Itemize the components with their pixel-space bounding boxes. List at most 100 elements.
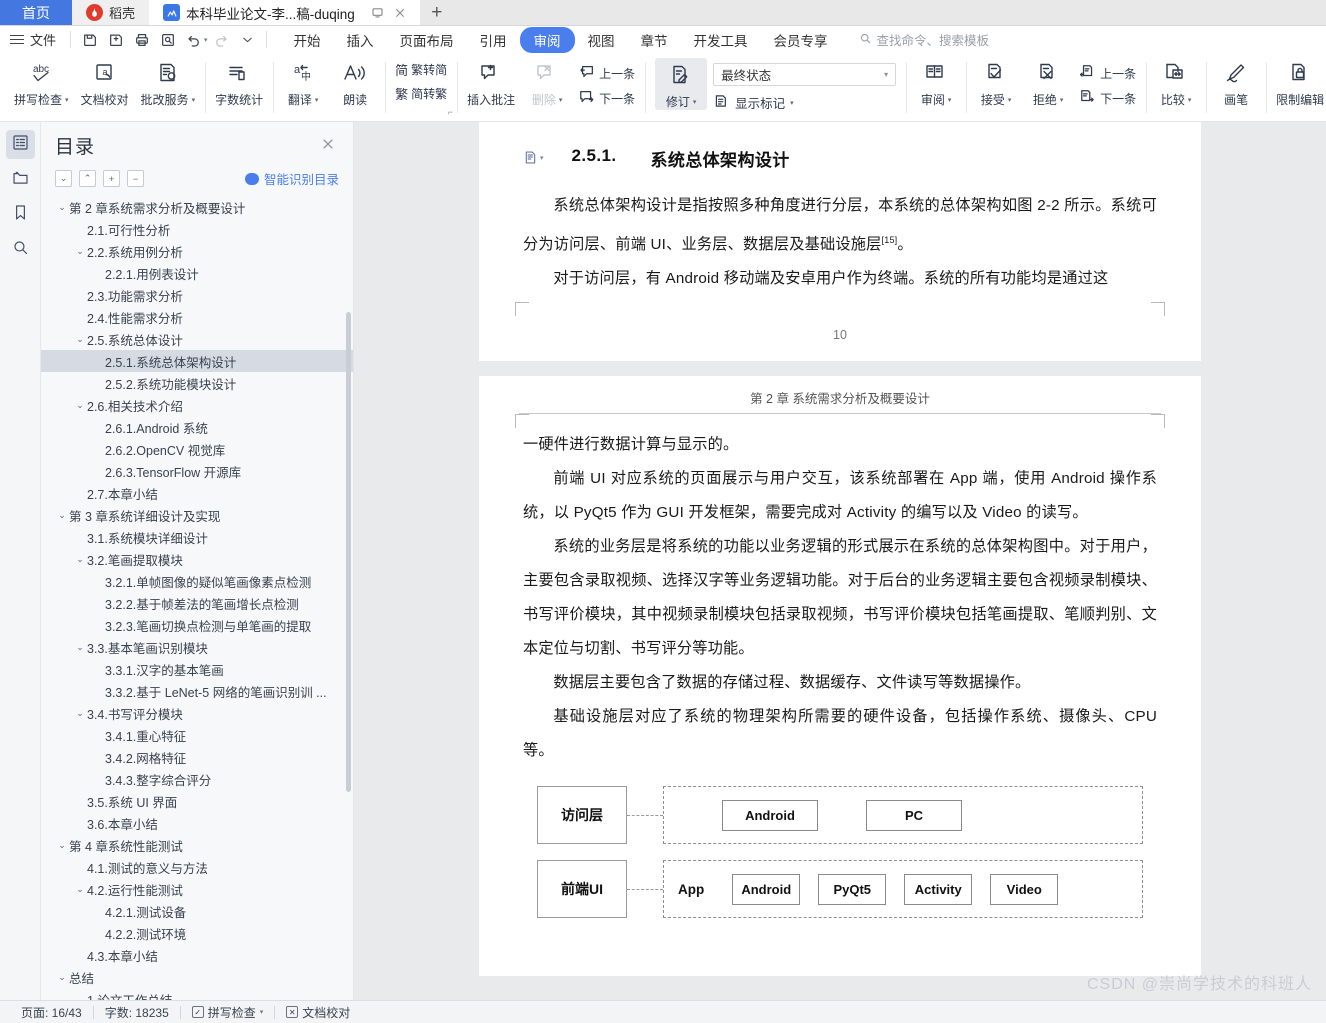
next-change-button[interactable]: 下一条 — [1080, 89, 1136, 107]
status-word-count[interactable]: 字数: 18235 — [94, 1004, 180, 1021]
close-tab-icon[interactable] — [394, 7, 406, 19]
undo-icon[interactable] — [181, 28, 206, 51]
outline-item[interactable]: ⌄ 总结 — [41, 966, 353, 988]
compare-button[interactable]: 比较 ▾ — [1150, 56, 1202, 108]
redo-icon[interactable] — [209, 28, 234, 51]
chevron-down-icon[interactable]: ▾ — [540, 154, 544, 162]
chevron-down-icon[interactable]: ⌄ — [55, 840, 69, 851]
outline-scrollbar[interactable] — [346, 312, 351, 792]
ribbon-tab-chapter[interactable]: 章节 — [628, 27, 681, 53]
ribbon-tab-review[interactable]: 审阅 — [519, 26, 575, 53]
chevron-down-icon[interactable]: ▾ — [693, 98, 697, 106]
proofread-button[interactable]: a 文档校对 — [75, 56, 135, 108]
outline-item[interactable]: 4.2.1.测试设备 — [41, 900, 353, 922]
expand-all-button[interactable]: ⌄ — [55, 170, 72, 187]
chevron-down-icon[interactable]: ▾ — [559, 96, 563, 104]
undo-dropdown-icon[interactable]: ▾ — [204, 36, 208, 44]
outline-item[interactable]: 2.7.本章小结 — [41, 482, 353, 504]
new-tab-button[interactable]: + — [420, 0, 454, 25]
outline-item[interactable]: 2.6.2.OpenCV 视觉库 — [41, 438, 353, 460]
outline-item[interactable]: ⌄ 2.2.系统用例分析 — [41, 240, 353, 262]
ribbon-tab-references[interactable]: 引用 — [467, 27, 520, 53]
simplified-to-traditional-button[interactable]: 繁 简转繁 — [395, 84, 447, 103]
traditional-to-simplified-button[interactable]: 简 繁转简 — [395, 60, 447, 79]
pen-button[interactable]: 画笔 — [1210, 56, 1262, 108]
print-icon[interactable] — [129, 28, 154, 51]
outline-item[interactable]: 3.4.3.整字综合评分 — [41, 768, 353, 790]
outline-item[interactable]: 3.4.2.网格特征 — [41, 746, 353, 768]
show-markup-button[interactable]: 显示标记 ▾ — [713, 93, 896, 112]
read-aloud-button[interactable]: 朗读 — [329, 56, 381, 108]
outline-item[interactable]: ⌄ 第 3 章系统详细设计及实现 — [41, 504, 353, 526]
accept-button[interactable]: 接受 ▾ — [970, 56, 1022, 108]
chevron-down-icon[interactable]: ⌄ — [55, 202, 69, 213]
ribbon-tab-insert[interactable]: 插入 — [334, 27, 387, 53]
prev-comment-button[interactable]: 上一条 — [579, 64, 635, 82]
correction-service-button[interactable]: 批改服务 ▾ — [135, 56, 202, 108]
outline-item[interactable]: ⌄ 第 4 章系统性能测试 — [41, 834, 353, 856]
outline-item[interactable]: 4.2.2.测试环境 — [41, 922, 353, 944]
outline-item[interactable]: 2.2.1.用例表设计 — [41, 262, 353, 284]
tab-home[interactable]: 首页 — [0, 0, 72, 25]
ribbon-tab-page-layout[interactable]: 页面布局 — [387, 27, 467, 53]
outline-item[interactable]: ⌄ 4.2.运行性能测试 — [41, 878, 353, 900]
outline-item[interactable]: 3.2.2.基于帧差法的笔画增长点检测 — [41, 592, 353, 614]
status-page-indicator[interactable]: 页面: 16/43 — [10, 1004, 93, 1021]
chevron-down-icon[interactable]: ▾ — [260, 1008, 264, 1016]
track-changes-button[interactable]: 修订 ▾ — [655, 58, 708, 110]
chevron-down-icon[interactable]: ⌄ — [55, 972, 69, 983]
outline-item[interactable]: ⌄ 第 2 章系统需求分析及概要设计 — [41, 196, 353, 218]
outline-item[interactable]: 2.3.功能需求分析 — [41, 284, 353, 306]
ribbon-tab-start[interactable]: 开始 — [281, 27, 334, 53]
outline-item[interactable]: 2.1.可行性分析 — [41, 218, 353, 240]
rail-button-outline[interactable] — [5, 130, 35, 159]
rail-button-bookmark[interactable] — [6, 200, 35, 229]
print-preview-icon[interactable] — [155, 28, 180, 51]
rail-button-chapters[interactable] — [6, 165, 35, 194]
ribbon-tab-developer[interactable]: 开发工具 — [681, 27, 761, 53]
tab-daoke[interactable]: 稻壳 — [72, 0, 150, 25]
save-icon[interactable] — [77, 28, 102, 51]
prev-change-button[interactable]: 上一条 — [1080, 64, 1136, 82]
insert-comment-button[interactable]: 插入批注 — [461, 56, 521, 108]
outline-item[interactable]: ⌄ 3.4.书写评分模块 — [41, 702, 353, 724]
translate-button[interactable]: a中 翻译 ▾ — [277, 56, 329, 108]
chevron-down-icon[interactable]: ▾ — [790, 99, 794, 107]
delete-comment-button[interactable]: 删除 ▾ — [521, 56, 573, 108]
rail-button-search[interactable] — [6, 235, 35, 264]
outline-item[interactable]: 2.6.1.Android 系统 — [41, 416, 353, 438]
chevron-down-icon[interactable]: ▾ — [192, 96, 196, 104]
chevron-down-icon[interactable]: ⌄ — [73, 400, 87, 411]
demote-level-button[interactable]: − — [127, 170, 144, 187]
chevron-down-icon[interactable]: ▾ — [315, 96, 319, 104]
word-count-button[interactable]: 字数统计 — [209, 56, 269, 108]
promote-level-button[interactable]: + — [103, 170, 120, 187]
customize-icon[interactable] — [235, 28, 260, 51]
tab-document[interactable]: 本科毕业论文-李...稿-duqing — [149, 0, 420, 25]
heading-style-icon[interactable]: ▾ — [523, 146, 544, 165]
chevron-down-icon[interactable]: ▾ — [1060, 96, 1064, 104]
chevron-down-icon[interactable]: ⌄ — [73, 246, 87, 257]
status-spellcheck-button[interactable]: ✓ 拼写检查 ▾ — [181, 1004, 275, 1021]
dialog-launcher-icon[interactable]: ⌐ — [448, 107, 453, 117]
restrict-edit-button[interactable]: 限制编辑 — [1270, 56, 1326, 108]
outline-item[interactable]: 3.3.2.基于 LeNet-5 网络的笔画识别训 ... — [41, 680, 353, 702]
smart-recognize-toc-button[interactable]: 智能识别目录 — [244, 169, 339, 188]
outline-item[interactable]: ⌄ 3.3.基本笔画识别模块 — [41, 636, 353, 658]
chevron-down-icon[interactable]: ▾ — [1188, 96, 1192, 104]
outline-item[interactable]: 1.论文工作总结 — [41, 988, 353, 1001]
chevron-down-icon[interactable]: ▾ — [1008, 96, 1012, 104]
chevron-down-icon[interactable]: ▾ — [65, 96, 69, 104]
file-menu-button[interactable]: 文件 — [6, 30, 64, 49]
chevron-down-icon[interactable]: ▾ — [948, 96, 952, 104]
outline-item[interactable]: 3.5.系统 UI 界面 — [41, 790, 353, 812]
outline-item[interactable]: 2.6.3.TensorFlow 开源库 — [41, 460, 353, 482]
outline-item[interactable]: 2.5.1.系统总体架构设计 — [41, 350, 353, 372]
next-comment-button[interactable]: 下一条 — [579, 89, 635, 107]
document-canvas[interactable]: ▾ 2.5.1. 系统总体架构设计 系统总体架构设计是指按照多种角度进行分层，本… — [354, 122, 1326, 1000]
display-state-select[interactable]: 最终状态 ▾ — [713, 63, 897, 86]
chevron-down-icon[interactable]: ⌄ — [73, 554, 87, 565]
reject-button[interactable]: 拒绝 ▾ — [1022, 56, 1074, 108]
save-as-icon[interactable] — [103, 28, 128, 51]
command-search[interactable]: 查找命令、搜索模板 — [859, 30, 989, 49]
